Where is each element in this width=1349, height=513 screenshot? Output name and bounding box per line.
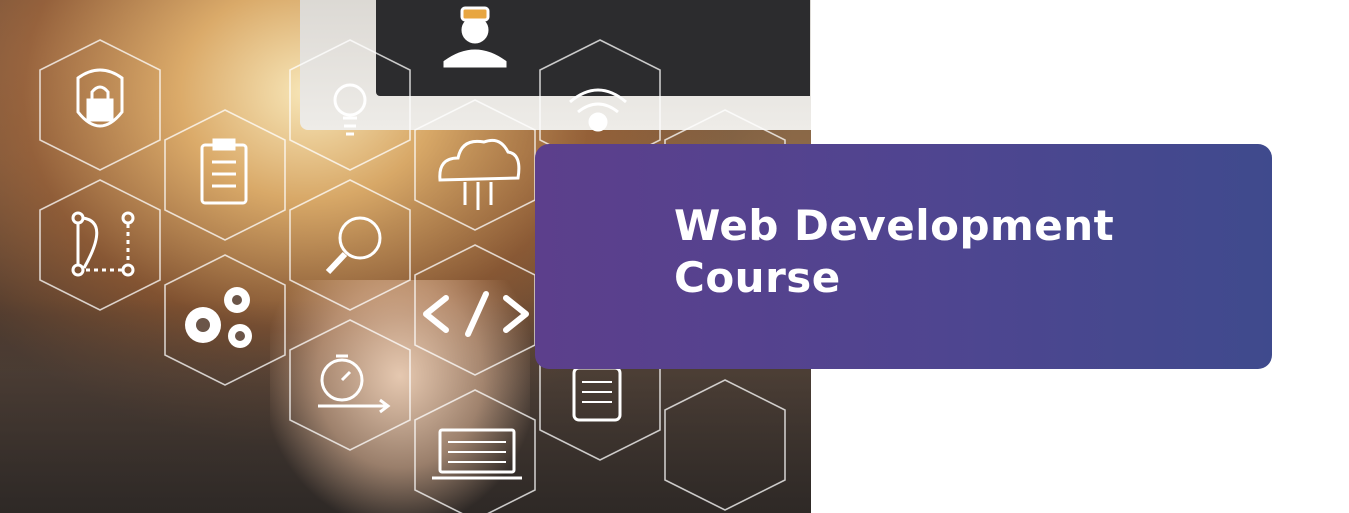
hexagon (414, 99, 536, 231)
laptop-binary-icon (432, 428, 522, 480)
hexagon (289, 179, 411, 311)
padlock-shield-icon (76, 68, 124, 128)
code-brackets-icon (423, 291, 529, 337)
gears-icon (185, 287, 252, 348)
node-graph-icon (71, 211, 135, 277)
stopwatch-icon (318, 354, 391, 414)
cloud-binary-icon (438, 138, 521, 210)
course-title-line-1: Web Development (674, 201, 1115, 250)
hexagon (39, 179, 161, 311)
wifi-icon (569, 88, 627, 132)
hexagon (164, 254, 286, 386)
smartphone-icon (572, 366, 622, 422)
course-title-line-2: Course (674, 253, 841, 302)
magnifier-icon (325, 216, 382, 275)
course-title: Web Development Course (674, 200, 1114, 304)
lightbulb-icon (333, 83, 367, 136)
course-banner: Web Development Course (0, 0, 1349, 513)
hexagon (664, 379, 786, 511)
hexagon (289, 39, 411, 171)
vr-person-icon (443, 6, 507, 68)
title-card: Web Development Course (535, 144, 1272, 369)
clipboard-checklist-icon (200, 138, 248, 205)
hexagon (289, 319, 411, 451)
